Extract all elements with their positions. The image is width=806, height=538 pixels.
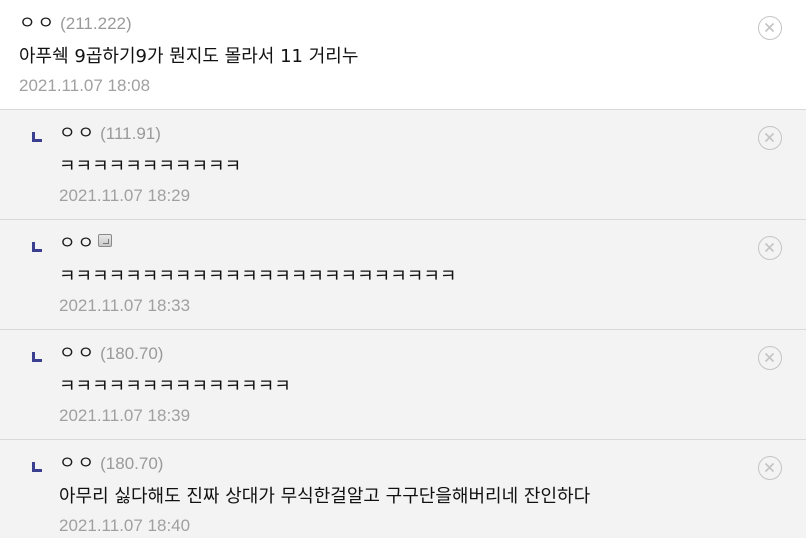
comment-date: 2021.11.07 18:39 (59, 406, 191, 425)
reply-item: ㅇㅇ (180.70) 아무리 싫다해도 진짜 상대가 무식한걸알고 구구단을해버… (0, 440, 806, 538)
reply-arrow-icon (32, 132, 42, 142)
close-circle-icon[interactable] (758, 16, 782, 40)
reply-arrow-icon (32, 352, 42, 362)
comment-date: 2021.11.07 18:33 (59, 296, 191, 315)
reply-arrow-icon (32, 462, 42, 472)
comment-nickname[interactable]: ㅇㅇ (59, 343, 96, 364)
comment-meta: ㅇㅇ (111.91) (59, 122, 806, 146)
comment-nickname[interactable]: ㅇㅇ (19, 13, 56, 34)
reply-item: ㅇㅇ (180.70) ㅋㅋㅋㅋㅋㅋㅋㅋㅋㅋㅋㅋㅋㅋ 2021.11.07 18:… (0, 330, 806, 440)
comment-ip: (211.222) (60, 14, 132, 33)
close-circle-icon[interactable] (758, 236, 782, 260)
comment-meta: ㅇㅇ (180.70) (59, 452, 806, 476)
reply-item: ㅇㅇ ㅋㅋㅋㅋㅋㅋㅋㅋㅋㅋㅋㅋㅋㅋㅋㅋㅋㅋㅋㅋㅋㅋㅋㅋ 2021.11.07 1… (0, 220, 806, 330)
comment-nickname[interactable]: ㅇㅇ (59, 233, 96, 254)
comment-text: 아푸쉑 9곱하기9가 뭔지도 몰라서 11 거리누 (19, 46, 359, 67)
comment-item: ㅇㅇ (211.222) 아푸쉑 9곱하기9가 뭔지도 몰라서 11 거리누 20… (0, 0, 806, 110)
comment-text: ㅋㅋㅋㅋㅋㅋㅋㅋㅋㅋㅋ (59, 156, 242, 177)
comment-date: 2021.11.07 18:29 (59, 186, 191, 205)
comment-meta: ㅇㅇ (180.70) (59, 342, 806, 366)
mobile-icon (98, 234, 113, 247)
comment-meta: ㅇㅇ (211.222) (19, 12, 806, 36)
comment-ip: (180.70) (100, 454, 164, 473)
comment-text: 아무리 싫다해도 진짜 상대가 무식한걸알고 구구단을해버리네 잔인하다 (59, 486, 591, 507)
comment-text: ㅋㅋㅋㅋㅋㅋㅋㅋㅋㅋㅋㅋㅋㅋ (59, 376, 291, 397)
close-circle-icon[interactable] (758, 126, 782, 150)
close-circle-icon[interactable] (758, 456, 782, 480)
comment-nickname[interactable]: ㅇㅇ (59, 453, 96, 474)
comment-nickname[interactable]: ㅇㅇ (59, 123, 96, 144)
comment-date: 2021.11.07 18:08 (19, 76, 151, 95)
comment-text: ㅋㅋㅋㅋㅋㅋㅋㅋㅋㅋㅋㅋㅋㅋㅋㅋㅋㅋㅋㅋㅋㅋㅋㅋ (59, 266, 457, 287)
comment-list: ㅇㅇ (211.222) 아푸쉑 9곱하기9가 뭔지도 몰라서 11 거리누 20… (0, 0, 806, 538)
comment-ip: (180.70) (100, 344, 164, 363)
reply-arrow-icon (32, 242, 42, 252)
close-circle-icon[interactable] (758, 346, 782, 370)
comment-meta: ㅇㅇ (59, 232, 806, 256)
comment-ip: (111.91) (100, 124, 161, 143)
reply-item: ㅇㅇ (111.91) ㅋㅋㅋㅋㅋㅋㅋㅋㅋㅋㅋ 2021.11.07 18:29 (0, 110, 806, 220)
comment-date: 2021.11.07 18:40 (59, 516, 191, 535)
